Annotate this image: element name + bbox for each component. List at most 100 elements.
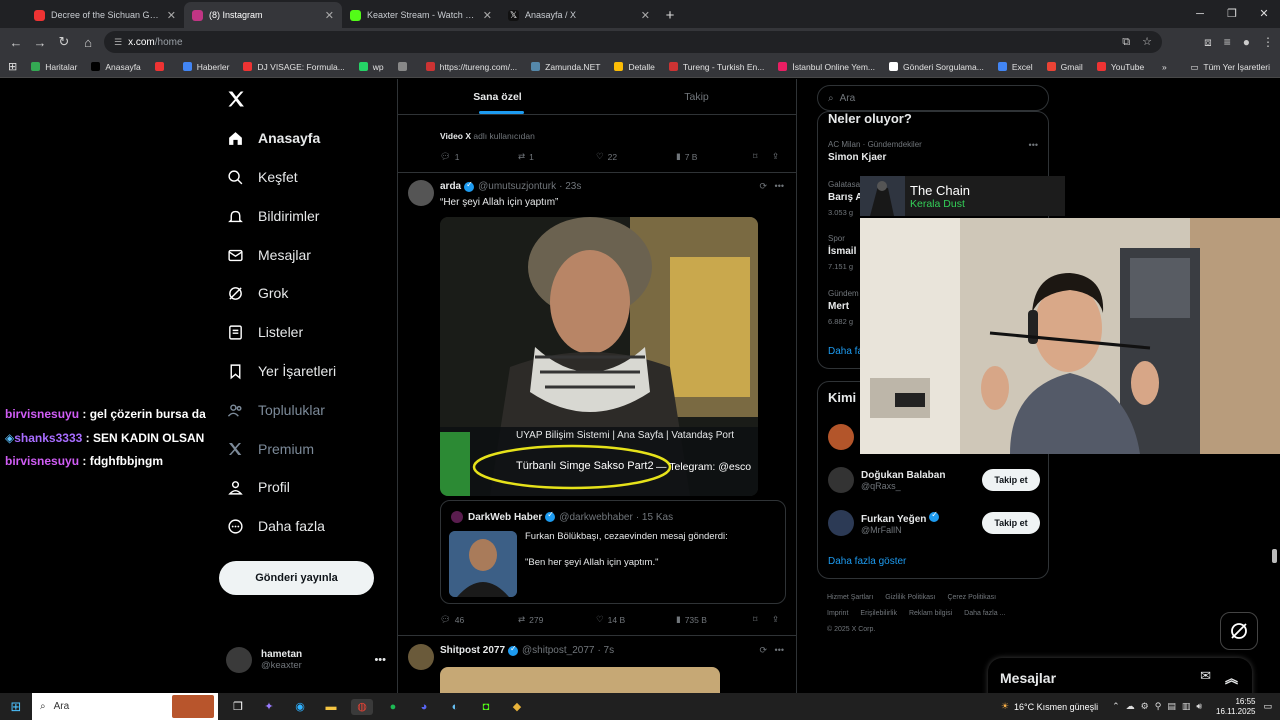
sidebar-item-mail[interactable]: Mesajlar <box>226 242 311 268</box>
share-icon[interactable]: ⇪ <box>772 614 779 625</box>
edge-icon[interactable]: ◉ <box>289 699 311 715</box>
avatar[interactable] <box>408 644 434 670</box>
bookmark-item[interactable] <box>154 62 169 71</box>
bookmark-item[interactable]: https://tureng.com/... <box>425 62 517 72</box>
all-bookmarks-button[interactable]: ▭ Tüm Yer İşaretleri <box>1190 56 1270 78</box>
trend-name[interactable]: Barış A <box>828 192 863 203</box>
share-icon[interactable]: ⇪ <box>772 151 779 162</box>
close-tab-icon[interactable]: ✕ <box>483 9 492 22</box>
bookmark-item[interactable]: Haberler <box>182 62 229 72</box>
follow-button[interactable]: Takip et <box>982 512 1040 534</box>
bookmark-item[interactable]: Excel <box>997 62 1033 72</box>
sidebar-item-people[interactable]: Topluluklar <box>226 397 325 423</box>
bookmark-item[interactable]: YouTube <box>1096 62 1144 72</box>
spotify-icon[interactable]: ● <box>382 699 404 715</box>
url-input[interactable]: ☰ x.com/home ⧉ ☆ <box>104 31 1162 53</box>
account-switcher[interactable]: hametan @keaxter ••• <box>226 647 386 673</box>
trend-name[interactable]: Mert <box>828 301 849 312</box>
reply-button[interactable]: 💬︎ 46 <box>440 614 464 625</box>
browser-tab[interactable]: 𝕏 Anasayfa / X ✕ <box>500 2 658 28</box>
sidebar-item-search[interactable]: Keşfet <box>226 164 298 190</box>
messages-drawer[interactable]: Mesajlar ✉ ︽ <box>988 658 1252 693</box>
taskbar-search-input[interactable]: ⌕ Ara <box>32 693 218 720</box>
tray-icons[interactable]: ⌃☁⚙⚲▤▥🔊︎ <box>1112 701 1208 712</box>
tab-following[interactable]: Takip <box>597 79 796 114</box>
avatar[interactable] <box>828 424 854 450</box>
profile-avatar-icon[interactable]: ● <box>1243 28 1250 56</box>
task-view-icon[interactable]: ❐ <box>227 699 249 715</box>
extensions-icon[interactable]: ⧈ <box>1204 28 1212 56</box>
browser-menu-icon[interactable]: ⋮ <box>1262 28 1274 56</box>
new-message-icon[interactable]: ✉ <box>1200 668 1211 687</box>
bookmark-item[interactable]: Zamunda.NET <box>531 62 600 72</box>
sidebar-item-user[interactable]: Profil <box>226 474 290 500</box>
follow-button[interactable]: Takip et <box>982 469 1040 491</box>
scrollbar[interactable] <box>1272 549 1277 563</box>
close-tab-icon[interactable]: ✕ <box>167 9 176 22</box>
reply-button[interactable]: 💬︎ 1 <box>440 151 460 162</box>
tweet-author-name[interactable]: arda <box>440 181 461 192</box>
file-explorer-icon[interactable]: ▬ <box>320 699 342 715</box>
steam-icon[interactable]: ◐ <box>444 699 466 715</box>
who-to-follow-item[interactable]: Furkan Yeğen @MrFallN Takip et <box>828 507 1040 539</box>
expand-icon[interactable]: ︽ <box>1225 668 1238 687</box>
close-tab-icon[interactable]: ✕ <box>325 9 334 22</box>
trend-name[interactable]: İsmail <box>828 246 856 257</box>
views-button[interactable]: ▮ 735 B <box>676 614 707 625</box>
tweet-image[interactable] <box>440 667 720 693</box>
close-tab-icon[interactable]: ✕ <box>641 9 650 22</box>
browser-tab[interactable]: Keaxter Stream - Watch Live on ✕ <box>342 2 500 28</box>
new-tab-button[interactable]: + <box>658 2 682 28</box>
trend-more-icon[interactable]: ••• <box>1029 140 1038 150</box>
bookmark-item[interactable]: wp <box>358 62 384 72</box>
bookmark-icon[interactable]: ⌑ <box>753 614 757 625</box>
clock[interactable]: 16:55 16.11.2025 <box>1216 697 1255 717</box>
trend-name[interactable]: Simon Kjaer <box>828 152 886 163</box>
browser-tab[interactable]: Decree of the Sichuan General ✕ <box>26 2 184 28</box>
maximize-icon[interactable]: ❐ <box>1216 0 1248 28</box>
quoted-tweet[interactable]: DarkWeb Haber @darkwebhaber · 15 Kas Fur… <box>440 500 786 604</box>
reload-icon[interactable]: ↻ <box>52 34 76 50</box>
sidebar-item-x[interactable]: Premium <box>226 436 314 462</box>
tweet-author-name[interactable]: Shitpost 2077 <box>440 645 505 656</box>
tweet-author-handle[interactable]: @shitpost_2077 <box>522 645 594 656</box>
site-info-icon[interactable]: ☰ <box>114 37 122 48</box>
install-app-icon[interactable]: ⧉ <box>1122 31 1130 53</box>
repost-button[interactable]: ⇄ 279 <box>518 614 543 625</box>
x-logo-icon[interactable] <box>226 89 246 109</box>
minimize-icon[interactable]: ─ <box>1184 0 1216 28</box>
home-button-icon[interactable]: ⌂ <box>76 35 100 50</box>
app-icon[interactable]: ◆ <box>506 699 528 715</box>
tweet-time[interactable]: · 23s <box>559 181 581 192</box>
more-dots-icon[interactable]: ••• <box>374 654 386 666</box>
kick-icon[interactable]: ◘ <box>475 699 497 715</box>
tweet-time[interactable]: · 7s <box>597 645 614 656</box>
bookmark-item[interactable]: Tureng - Turkish En... <box>668 62 764 72</box>
sidebar-item-bookmark[interactable]: Yer İşaretleri <box>226 358 336 384</box>
avatar[interactable] <box>408 180 434 206</box>
repost-button[interactable]: ⇄ 1 <box>518 151 534 162</box>
bookmark-item[interactable]: Gönderi Sorgulama... <box>889 62 984 72</box>
sidebar-item-more[interactable]: Daha fazla <box>226 513 325 539</box>
who-to-follow-item[interactable]: Doğukan Balaban @qRaxs_ Takip et <box>828 464 1040 496</box>
reading-list-icon[interactable]: ≡ <box>1224 28 1231 56</box>
copilot-icon[interactable]: ✦ <box>258 699 280 715</box>
sidebar-item-list[interactable]: Listeler <box>226 319 303 345</box>
bookmark-item[interactable] <box>397 62 412 71</box>
sidebar-item-home[interactable]: Anasayfa <box>226 125 320 151</box>
show-more-trends-link[interactable]: Daha fa <box>828 346 863 357</box>
bookmark-icon[interactable]: ⌑ <box>753 151 757 162</box>
windows-start-icon[interactable]: ⊞ <box>0 699 32 715</box>
discord-icon[interactable]: ◕ <box>413 699 435 715</box>
bookmark-item[interactable]: DJ VISAGE: Formula... <box>243 62 345 72</box>
close-window-icon[interactable]: ✕ <box>1248 0 1280 28</box>
browser-tab-active[interactable]: (8) Instagram ✕ <box>184 2 342 28</box>
bookmarks-overflow-icon[interactable]: » <box>1162 62 1167 72</box>
views-button[interactable]: ▮ 7 B <box>676 151 697 162</box>
weather-text[interactable]: 16°C Kısmen güneşli <box>1014 702 1098 712</box>
bookmark-item[interactable]: Haritalar <box>31 62 77 72</box>
like-button[interactable]: ♡ 22 <box>596 151 617 162</box>
notification-icon[interactable]: ▭ <box>1263 701 1272 712</box>
apps-grid-icon[interactable]: ⊞ <box>8 60 17 73</box>
tweet-menu-icon[interactable]: ⟳ ••• <box>760 181 785 192</box>
